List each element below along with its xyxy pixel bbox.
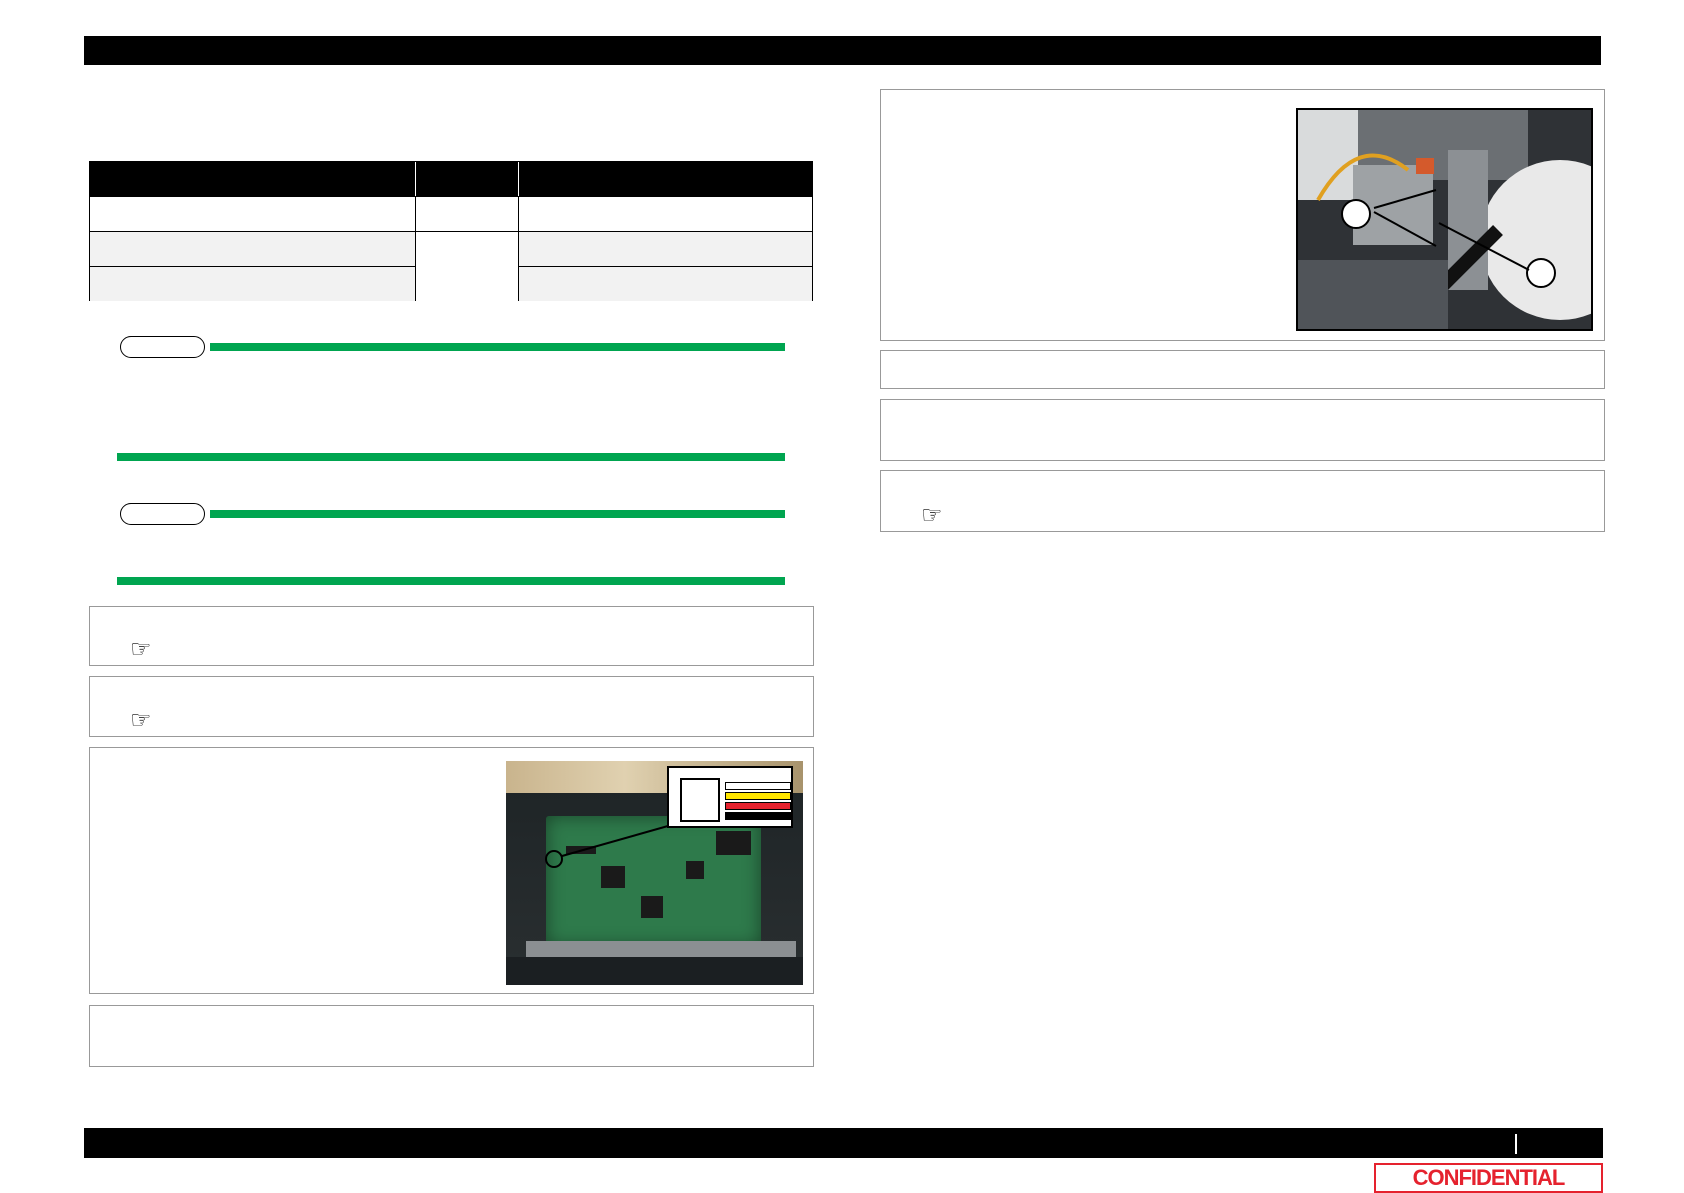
chip (601, 866, 625, 888)
confidential-stamp: CONFIDENTIAL (1374, 1163, 1603, 1193)
table-row (90, 196, 812, 231)
chip (641, 896, 663, 918)
step-box: ☞ (880, 470, 1605, 532)
header-bar (84, 36, 1601, 65)
pointing-hand-icon[interactable]: ☞ (130, 637, 152, 661)
note-header-rule (210, 510, 785, 518)
pointing-hand-icon[interactable]: ☞ (921, 503, 943, 527)
note-label-pill (120, 336, 205, 358)
table-header-cell (415, 162, 519, 196)
callout-leaders (1373, 189, 1530, 271)
step-box: ☞ (89, 676, 814, 737)
spec-table (89, 161, 813, 301)
step-box (880, 399, 1605, 461)
footer-bar (84, 1128, 1603, 1158)
footer-divider (1515, 1134, 1517, 1154)
note-footer-rule (117, 577, 785, 585)
pointing-hand-icon[interactable]: ☞ (130, 708, 152, 732)
table-divider (518, 196, 519, 301)
table-header-cell (90, 162, 416, 196)
table-merged-cell (416, 232, 518, 301)
step-box (880, 350, 1605, 389)
chip (716, 831, 751, 855)
leader-line (561, 823, 676, 857)
chip (686, 861, 704, 879)
wire-white (725, 782, 791, 790)
wire-yellow (725, 792, 791, 800)
note-label-pill (120, 503, 205, 525)
connector-inset (667, 766, 793, 828)
wire-red (725, 802, 791, 810)
chassis-base (506, 957, 803, 985)
connector-icon (680, 778, 720, 822)
step-box: ☞ (89, 606, 814, 666)
note-footer-rule (117, 453, 785, 461)
step-box (89, 1005, 814, 1067)
table-header (90, 162, 812, 196)
wire-black (725, 812, 791, 820)
note-header-rule (210, 343, 785, 351)
